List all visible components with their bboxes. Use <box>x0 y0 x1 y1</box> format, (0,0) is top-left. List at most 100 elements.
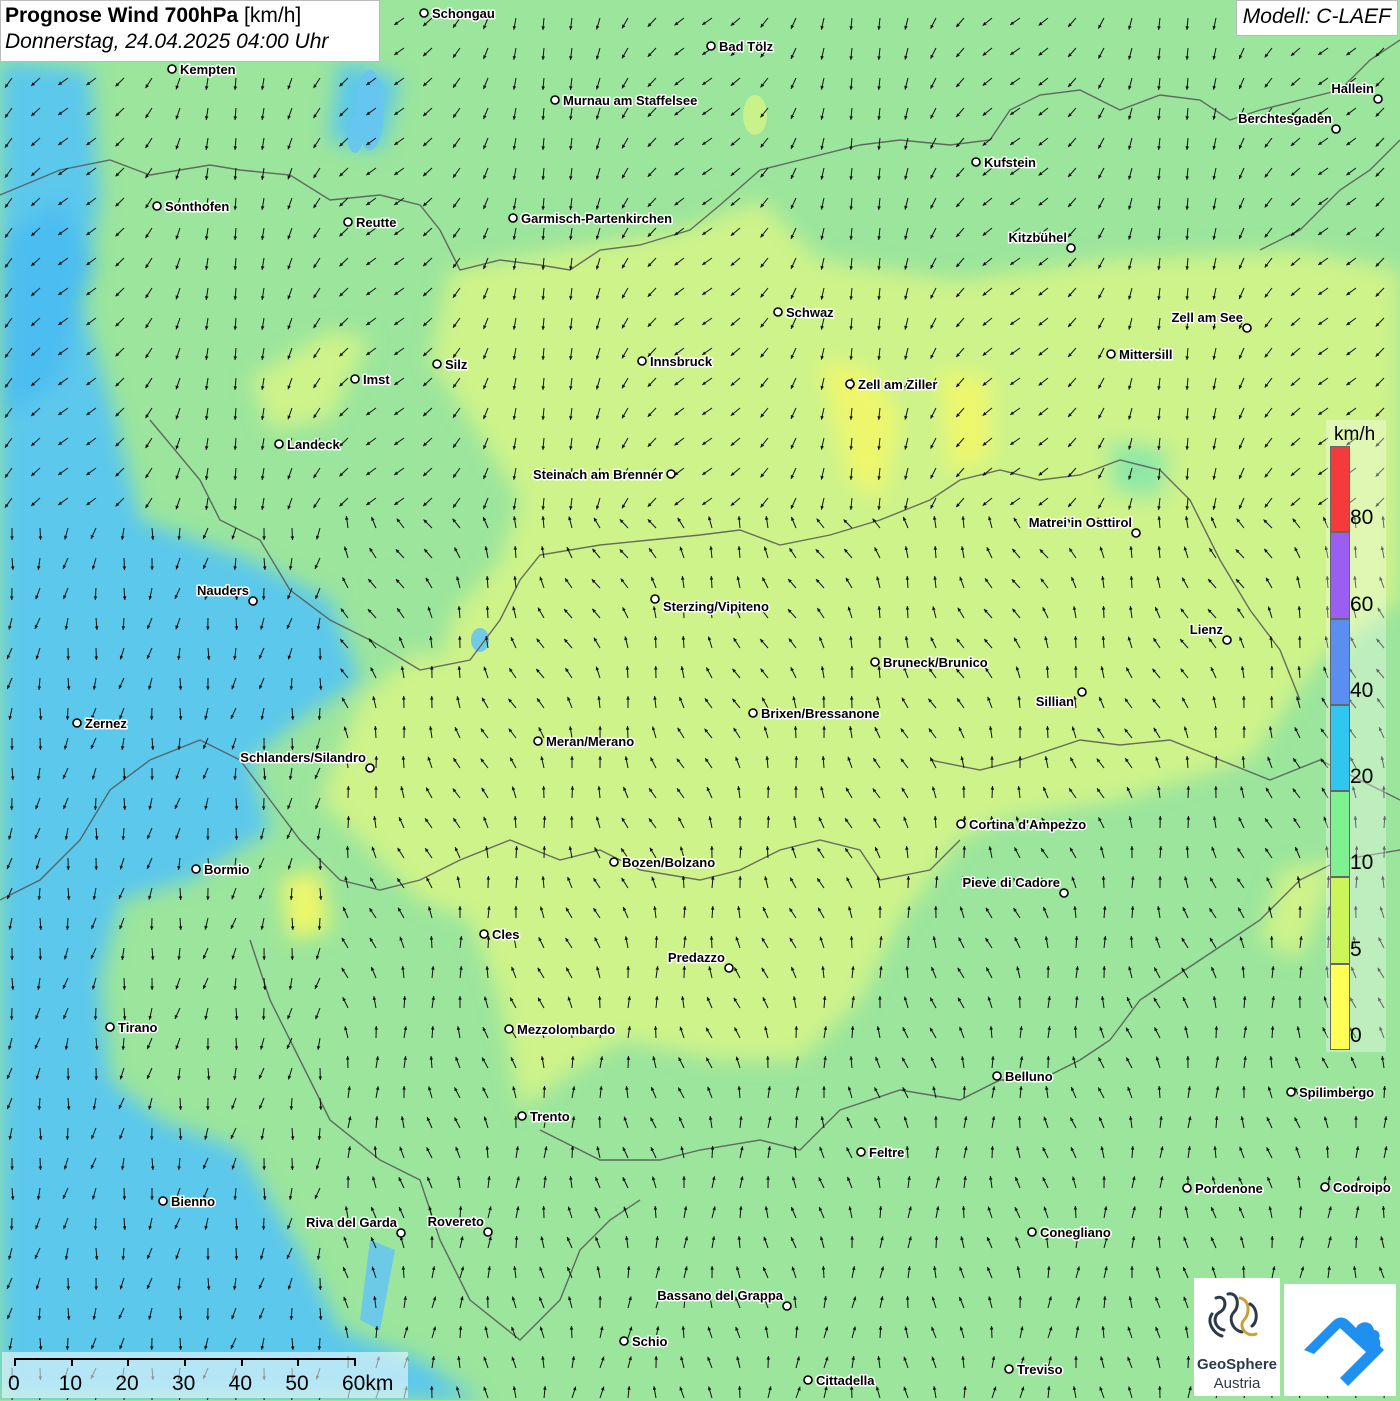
city-marker-icon[interactable] <box>534 737 542 745</box>
city-label: Matrei in Osttirol <box>1029 515 1132 530</box>
scale-label: 30 <box>172 1372 195 1396</box>
city-label: Spilimbergo <box>1299 1085 1374 1100</box>
city-marker-icon[interactable] <box>159 1197 167 1205</box>
city-marker-icon[interactable] <box>366 764 374 772</box>
model-label: Modell: C-LAEF <box>1236 0 1398 36</box>
legend-band <box>1330 964 1350 1050</box>
city-marker-icon[interactable] <box>420 9 428 17</box>
city-marker-icon[interactable] <box>518 1112 526 1120</box>
city-label: Treviso <box>1017 1362 1063 1377</box>
city-marker-icon[interactable] <box>1321 1183 1329 1191</box>
city-marker-icon[interactable] <box>1005 1365 1013 1373</box>
legend-label: 10 <box>1350 851 1373 875</box>
city-marker-icon[interactable] <box>509 214 517 222</box>
city-marker-icon[interactable] <box>620 1337 628 1345</box>
city-label: Kempten <box>180 62 236 77</box>
city-marker-icon[interactable] <box>1183 1184 1191 1192</box>
city-marker-icon[interactable] <box>480 930 488 938</box>
city-marker-icon[interactable] <box>168 65 176 73</box>
city-label: Bozen/Bolzano <box>622 855 715 870</box>
city-marker-icon[interactable] <box>846 380 854 388</box>
city-marker-icon[interactable] <box>73 719 81 727</box>
city-marker-icon[interactable] <box>192 865 200 873</box>
city-marker-icon[interactable] <box>1374 95 1382 103</box>
title-bold: Prognose Wind 700hPa <box>5 4 238 27</box>
legend-unit: km/h <box>1334 424 1375 446</box>
city-marker-icon[interactable] <box>957 820 965 828</box>
scale-label: 10 <box>59 1372 82 1396</box>
city-marker-icon[interactable] <box>1132 529 1140 537</box>
city-marker-icon[interactable] <box>351 375 359 383</box>
city-label: Garmisch-Partenkirchen <box>521 211 672 226</box>
city-marker-icon[interactable] <box>638 357 646 365</box>
city-marker-icon[interactable] <box>433 360 441 368</box>
city-marker-icon[interactable] <box>1332 125 1340 133</box>
city-label: Conegliano <box>1040 1225 1111 1240</box>
city-marker-icon[interactable] <box>972 158 980 166</box>
city-marker-icon[interactable] <box>707 42 715 50</box>
city-marker-icon[interactable] <box>1078 688 1086 696</box>
city-label: Mittersill <box>1119 347 1172 362</box>
city-marker-icon[interactable] <box>610 858 618 866</box>
city-label: Silz <box>445 357 468 372</box>
city-label: Bassano del Grappa <box>657 1288 783 1303</box>
legend-label: 80 <box>1350 506 1373 530</box>
city-marker-icon[interactable] <box>1107 350 1115 358</box>
city-marker-icon[interactable] <box>484 1228 492 1236</box>
legend-band <box>1330 877 1350 963</box>
city-marker-icon[interactable] <box>1287 1088 1295 1096</box>
city-marker-icon[interactable] <box>804 1376 812 1384</box>
city-marker-icon[interactable] <box>1243 324 1251 332</box>
city-marker-icon[interactable] <box>249 597 257 605</box>
city-label: Bormio <box>204 862 250 877</box>
scale-tick <box>184 1358 186 1366</box>
city-marker-icon[interactable] <box>871 658 879 666</box>
city-label: Cles <box>492 927 519 942</box>
city-label: Predazzo <box>668 950 725 965</box>
city-marker-icon[interactable] <box>993 1072 1001 1080</box>
legend-label: 20 <box>1350 765 1373 789</box>
city-label: Mezzolombardo <box>517 1022 615 1037</box>
city-label: Landeck <box>287 437 341 452</box>
city-marker-icon[interactable] <box>505 1025 513 1033</box>
city-label: Cittadella <box>816 1373 875 1388</box>
city-marker-icon[interactable] <box>106 1023 114 1031</box>
city-label: Reutte <box>356 215 396 230</box>
city-marker-icon[interactable] <box>275 440 283 448</box>
city-marker-icon[interactable] <box>651 595 659 603</box>
city-marker-icon[interactable] <box>774 308 782 316</box>
city-label: Codroipo <box>1333 1180 1391 1195</box>
page-title: Prognose Wind 700hPa [km/h] <box>5 4 375 28</box>
city-marker-icon[interactable] <box>749 709 757 717</box>
city-marker-icon[interactable] <box>1060 889 1068 897</box>
city-label: Schongau <box>432 6 495 21</box>
city-label: Imst <box>363 372 390 387</box>
wind-map[interactable]: SchongauBad TölzKemptenMurnau am Staffel… <box>0 0 1400 1400</box>
city-label: Rovereto <box>428 1214 484 1229</box>
legend-label: 0 <box>1350 1024 1362 1048</box>
city-marker-icon[interactable] <box>153 202 161 210</box>
city-label: Kitzbühel <box>1009 230 1068 245</box>
geosphere-logo-subtext: Austria <box>1194 1375 1280 1392</box>
city-label: Zell am See <box>1171 310 1243 325</box>
city-label: Schwaz <box>786 305 834 320</box>
city-label: Bad Tölz <box>719 39 774 54</box>
legend-label: 5 <box>1350 938 1362 962</box>
city-marker-icon[interactable] <box>1223 636 1231 644</box>
city-label: Bienno <box>171 1194 215 1209</box>
city-marker-icon[interactable] <box>667 470 675 478</box>
city-label: Zernez <box>85 716 127 731</box>
city-marker-icon[interactable] <box>344 218 352 226</box>
city-marker-icon[interactable] <box>857 1148 865 1156</box>
city-label: Nauders <box>197 583 249 598</box>
city-marker-icon[interactable] <box>1028 1228 1036 1236</box>
legend-band <box>1330 532 1350 618</box>
city-marker-icon[interactable] <box>725 964 733 972</box>
city-marker-icon[interactable] <box>397 1229 405 1237</box>
city-marker-icon[interactable] <box>1067 244 1075 252</box>
city-label: Pieve di Cadore <box>962 875 1060 890</box>
city-label: Sterzing/Vipiteno <box>663 599 769 614</box>
city-marker-icon[interactable] <box>551 96 559 104</box>
city-marker-icon[interactable] <box>783 1302 791 1310</box>
cloud-logo[interactable] <box>1284 1284 1396 1396</box>
